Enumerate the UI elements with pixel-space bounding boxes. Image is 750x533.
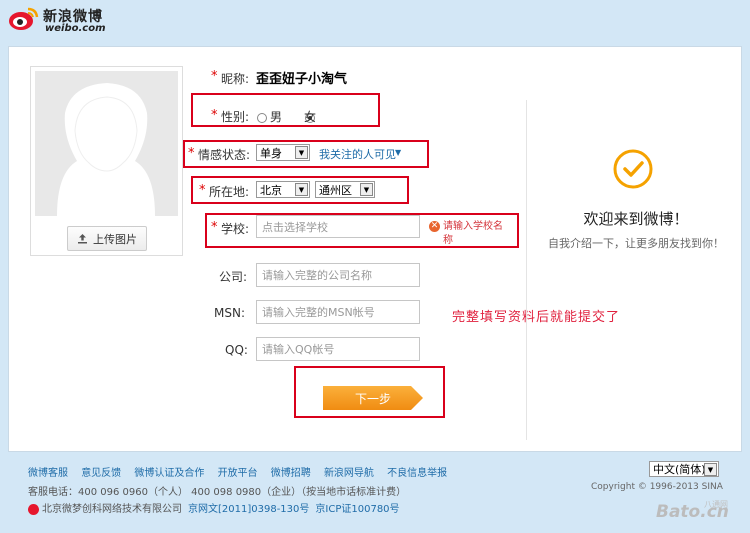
dropdown-arrow-icon: ▼ — [295, 146, 308, 159]
relationship-label: 情感状态: — [198, 148, 251, 162]
dropdown-arrow-icon: ▼ — [295, 183, 308, 196]
school-placeholder: 点击选择学校 — [262, 220, 328, 234]
msn-placeholder: 请输入完整的MSN帐号 — [262, 306, 375, 319]
required-star: * — [199, 183, 206, 198]
default-avatar-icon — [57, 83, 155, 216]
weibo-logo[interactable]: 新浪微博 weibo.com — [7, 4, 127, 36]
msn-input[interactable]: 请输入完整的MSN帐号 — [256, 300, 420, 324]
company-placeholder: 请输入完整的公司名称 — [262, 269, 372, 282]
district-select[interactable]: 通州区 ▼ — [315, 181, 375, 198]
nickname-label: 昵称: — [221, 72, 250, 86]
footer-link-report[interactable]: 不良信息举报 — [387, 468, 447, 479]
annotation-note: 完整填写资料后就能提交了 — [452, 310, 621, 325]
weibo-eye-icon — [9, 7, 39, 30]
footer-license-1[interactable]: 京网文[2011]0398-130号 — [188, 504, 309, 515]
chevron-down-icon[interactable]: ▼ — [395, 148, 401, 157]
footer-link-feedback[interactable]: 意见反馈 — [81, 468, 121, 479]
nickname-value: 歪歪妞子小淘气 — [256, 72, 348, 87]
divider — [526, 100, 527, 440]
dropdown-arrow-icon: ▼ — [360, 183, 373, 196]
qq-label: QQ: — [225, 343, 248, 357]
footer-links: 微博客服 意见反馈 微博认证及合作 开放平台 微博招聘 新浪网导航 不良信息举报 — [28, 464, 457, 479]
required-star: * — [211, 220, 218, 235]
district-value: 通州区 — [319, 183, 352, 197]
required-star: * — [211, 108, 218, 123]
school-label: 学校: — [221, 222, 250, 236]
footer-license-2[interactable]: 京ICP证100780号 — [315, 504, 399, 515]
gender-male-label[interactable]: 男 — [270, 108, 282, 125]
copyright: Copyright © 1996-2013 SINA — [591, 482, 723, 492]
welcome-title: 欢迎来到微博！ — [583, 210, 689, 228]
weibo-small-icon — [28, 503, 39, 515]
gender-label: 性别: — [221, 110, 250, 124]
watermark: Bato.cn — [656, 502, 729, 522]
footer-phone: 客服电话：400 096 0960（个人） 400 098 0980（企业）（按… — [28, 487, 407, 498]
welcome-intro: 自我介绍一下，让更多朋友找到你！ — [548, 237, 724, 250]
next-step-button[interactable]: 下一步 — [323, 386, 423, 410]
qq-placeholder: 请输入QQ帐号 — [262, 343, 335, 356]
upload-photo-label: 上传图片 — [93, 232, 137, 246]
upload-icon — [78, 234, 87, 244]
gender-male-radio[interactable] — [257, 112, 267, 123]
school-input[interactable]: 点击选择学校 — [256, 215, 420, 238]
logo-domain: weibo.com — [45, 23, 106, 34]
gender-female-label[interactable]: 女 — [304, 108, 316, 125]
qq-input[interactable]: 请输入QQ帐号 — [256, 337, 420, 361]
company-label: 公司: — [219, 270, 248, 284]
footer-license: 北京微梦创科网络技术有限公司 京网文[2011]0398-130号 京ICP证100… — [28, 500, 400, 515]
gender-highlight-box — [191, 93, 380, 127]
company-input[interactable]: 请输入完整的公司名称 — [256, 263, 420, 287]
msn-label: MSN: — [214, 306, 245, 320]
footer-link-support[interactable]: 微博客服 — [28, 468, 68, 479]
school-error-text: 请输入学校名称 — [443, 221, 503, 246]
footer-company: 北京微梦创科网络技术有限公司 — [42, 504, 182, 515]
required-star: * — [188, 146, 195, 161]
dropdown-arrow-icon: ▼ — [704, 463, 717, 476]
check-circle-icon — [613, 149, 653, 189]
error-icon: ✕ — [429, 221, 440, 232]
province-value: 北京 — [260, 183, 282, 197]
avatar — [35, 71, 178, 216]
province-select[interactable]: 北京 ▼ — [256, 181, 310, 198]
footer-link-sina-nav[interactable]: 新浪网导航 — [324, 468, 374, 479]
footer-link-jobs[interactable]: 微博招聘 — [271, 468, 311, 479]
relationship-select[interactable]: 单身 ▼ — [256, 144, 310, 161]
language-select[interactable]: 中文(简体) ▼ — [649, 461, 719, 477]
relationship-value: 单身 — [260, 146, 282, 160]
next-step-label: 下一步 — [354, 391, 391, 406]
footer-link-open-platform[interactable]: 开放平台 — [218, 468, 258, 479]
location-label: 所在地: — [209, 185, 250, 199]
footer-link-verify[interactable]: 微博认证及合作 — [134, 468, 204, 479]
required-star: * — [211, 69, 218, 84]
language-value: 中文(简体) — [653, 463, 706, 476]
visibility-dropdown[interactable]: 我关注的人可见 — [319, 146, 396, 162]
upload-photo-button[interactable]: 上传图片 — [67, 226, 147, 251]
